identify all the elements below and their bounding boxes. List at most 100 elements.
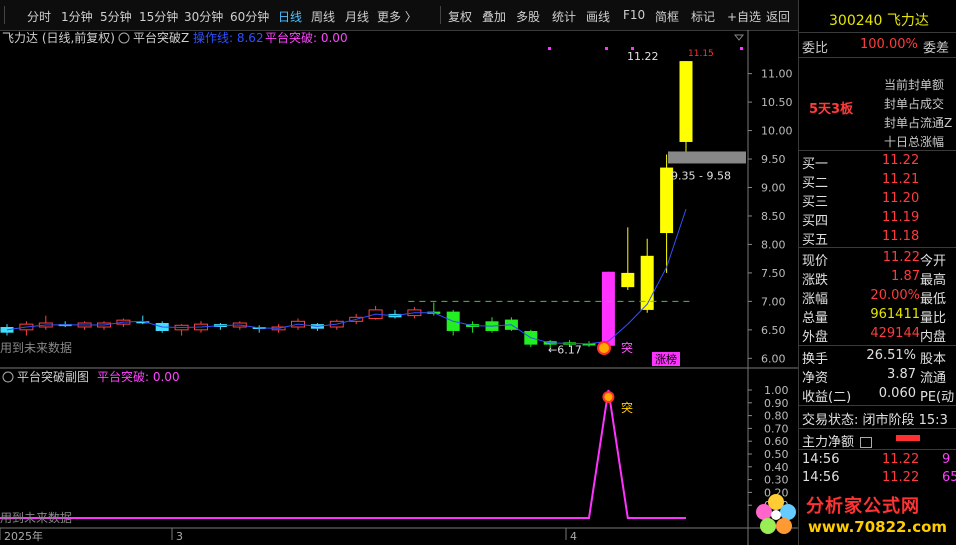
y-tick-label: 10.50 bbox=[761, 96, 793, 109]
y-tick-label: 6.00 bbox=[761, 352, 786, 365]
period-tab-7[interactable]: 周线 bbox=[311, 8, 335, 25]
period-tab-3[interactable]: 15分钟 bbox=[139, 8, 178, 25]
toolbar-button-9[interactable]: 返回 bbox=[766, 8, 790, 25]
info-label: 十日总涨幅 bbox=[884, 135, 945, 149]
bid-price: 11.21 bbox=[882, 172, 920, 187]
toolbar-button-2[interactable]: 多股 bbox=[516, 8, 540, 25]
signal-dot bbox=[740, 47, 743, 50]
toolbar-button-7[interactable]: 标记 bbox=[691, 8, 715, 25]
stat-right-label: 内盘 bbox=[920, 330, 947, 345]
stat-row: 涨跌 1.87 最高 bbox=[802, 269, 946, 288]
platform-label: 平台突破: 0.00 bbox=[265, 30, 348, 45]
weibi-label: 委比 bbox=[802, 41, 829, 56]
period-tab-1[interactable]: 1分钟 bbox=[61, 8, 93, 25]
sub-future-note: 用到未来数据 bbox=[0, 510, 72, 525]
stat-right-label: 最低 bbox=[920, 292, 947, 307]
bid-price: 11.18 bbox=[882, 229, 920, 244]
candle-body bbox=[679, 61, 693, 142]
future-data-note: 用到未来数据 bbox=[0, 340, 72, 355]
stat-value: 1.87 bbox=[891, 269, 920, 284]
range-bar bbox=[668, 151, 746, 164]
bid-label: 买四 bbox=[802, 214, 829, 229]
bid-label: 买二 bbox=[802, 176, 829, 191]
sub-breakout-label: 突 bbox=[621, 400, 633, 415]
period-tab-4[interactable]: 30分钟 bbox=[184, 8, 223, 25]
toolbar-button-6[interactable]: 简框 bbox=[655, 8, 679, 25]
price-box-label: 11.22 bbox=[627, 50, 659, 63]
bid-row: 买四 11.19 bbox=[802, 210, 919, 229]
trade-state: 交易状态: 闭市阶段 15:3 bbox=[802, 413, 948, 428]
toolbar-button-4[interactable]: 画线 bbox=[586, 8, 610, 25]
stat2-value: 0.060 bbox=[878, 386, 916, 401]
bid-row: 买一 11.22 bbox=[802, 153, 919, 172]
stat-right-label: 今开 bbox=[920, 254, 947, 269]
toolbar-button-8[interactable]: +自选 bbox=[727, 8, 761, 25]
bid-label: 买三 bbox=[802, 195, 829, 210]
stat-row: 现价 11.22 今开 bbox=[802, 250, 946, 269]
stock-header: 300240 飞力达 bbox=[829, 10, 929, 30]
period-tab-6[interactable]: 日线 bbox=[278, 8, 302, 25]
stat2-right-label: 流通 bbox=[920, 371, 947, 386]
sub-breakout-marker-icon bbox=[602, 391, 615, 403]
stat-row: 总量 961411 量比 bbox=[802, 307, 946, 326]
toolbar-button-0[interactable]: 复权 bbox=[448, 8, 472, 25]
period-tab-2[interactable]: 5分钟 bbox=[100, 8, 132, 25]
platform-signal-line bbox=[0, 389, 686, 519]
watermark-url: www.70822.com bbox=[808, 518, 948, 536]
range-label: 9.35 - 9.58 bbox=[671, 170, 731, 183]
stat-right-label: 最高 bbox=[920, 273, 947, 288]
period-tab-8[interactable]: 月线 bbox=[345, 8, 369, 25]
sub-title: 平台突破副图 bbox=[17, 369, 89, 384]
flower-logo-icon bbox=[756, 494, 796, 534]
sub-y-tick-label: 0.90 bbox=[764, 397, 789, 410]
stat2-row: 换手 26.51% 股本 bbox=[802, 348, 946, 367]
quote-panel: 300240 飞力达 委比 100.00% 委差 5天3板 当前封单额 封单占成交… bbox=[798, 0, 956, 545]
info-label: 当前封单额 bbox=[884, 78, 945, 92]
grid-icon[interactable] bbox=[860, 437, 873, 448]
y-tick-label: 9.50 bbox=[761, 153, 786, 166]
sub-y-tick-label: 0.80 bbox=[764, 410, 789, 423]
sub-y-tick-label: 0.60 bbox=[764, 435, 789, 448]
stat-right-label: 量比 bbox=[920, 311, 947, 326]
stock-code: 300240 bbox=[829, 13, 883, 29]
stat-value: 429144 bbox=[870, 326, 920, 341]
toolbar-separator bbox=[440, 6, 441, 24]
period-tab-9[interactable]: 更多 〉 bbox=[377, 8, 417, 25]
y-tick-label: 11.00 bbox=[761, 68, 793, 81]
tick-volume: 65 bbox=[942, 470, 956, 485]
main-title: 飞力达 (日线,前复权) bbox=[2, 30, 115, 45]
bid-price: 11.22 bbox=[882, 153, 920, 168]
sub-value-label: 平台突破: 0.00 bbox=[97, 369, 180, 384]
stock-name: 飞力达 bbox=[886, 13, 929, 29]
bid-row: 买五 11.18 bbox=[802, 229, 919, 248]
y-tick-label: 10.00 bbox=[761, 125, 793, 138]
tick-time: 14:56 bbox=[802, 470, 840, 485]
toolbar-button-3[interactable]: 统计 bbox=[552, 8, 576, 25]
y-tick-label: 9.00 bbox=[761, 181, 786, 194]
stat2-right-label: PE(动 bbox=[920, 390, 955, 405]
sub-y-tick-label: 0.50 bbox=[764, 448, 789, 461]
bid-row: 买二 11.21 bbox=[802, 172, 919, 191]
sub-y-tick-label: 0.40 bbox=[764, 461, 789, 474]
main-flow-text: 主力净额 bbox=[802, 435, 855, 450]
x-tick-label: 2025年 bbox=[4, 529, 43, 543]
toolbar-button-5[interactable]: F10 bbox=[623, 8, 645, 22]
stat2-value: 26.51% bbox=[866, 348, 916, 363]
toolbar-button-1[interactable]: 叠加 bbox=[482, 8, 506, 25]
board-tag: 5天3板 bbox=[809, 102, 854, 117]
stat-value: 11.22 bbox=[882, 250, 920, 265]
sub-y-tick-label: 1.00 bbox=[764, 384, 789, 397]
period-tab-5[interactable]: 60分钟 bbox=[230, 8, 269, 25]
indicator-name: 平台突破Z bbox=[133, 30, 189, 45]
period-tab-0[interactable]: 分时 bbox=[27, 8, 51, 25]
chart-area[interactable]: 11.00 10.50 10.00 9.50 9.00 8.50 8.00 7.50 7.00 6… bbox=[0, 30, 798, 545]
y-tick-label: 6.50 bbox=[761, 324, 786, 337]
bid-price: 11.20 bbox=[882, 191, 920, 206]
watermark-title: 分析家公式网 bbox=[806, 496, 920, 517]
bid-label: 买五 bbox=[802, 233, 829, 248]
stat2-row: 收益(二) 0.060 PE(动 bbox=[802, 386, 954, 405]
x-tick-label: 3 bbox=[176, 530, 183, 543]
breakout-label: 突 bbox=[621, 340, 633, 355]
tick-price: 11.22 bbox=[882, 470, 920, 485]
weicha-label: 委差 bbox=[923, 41, 950, 56]
